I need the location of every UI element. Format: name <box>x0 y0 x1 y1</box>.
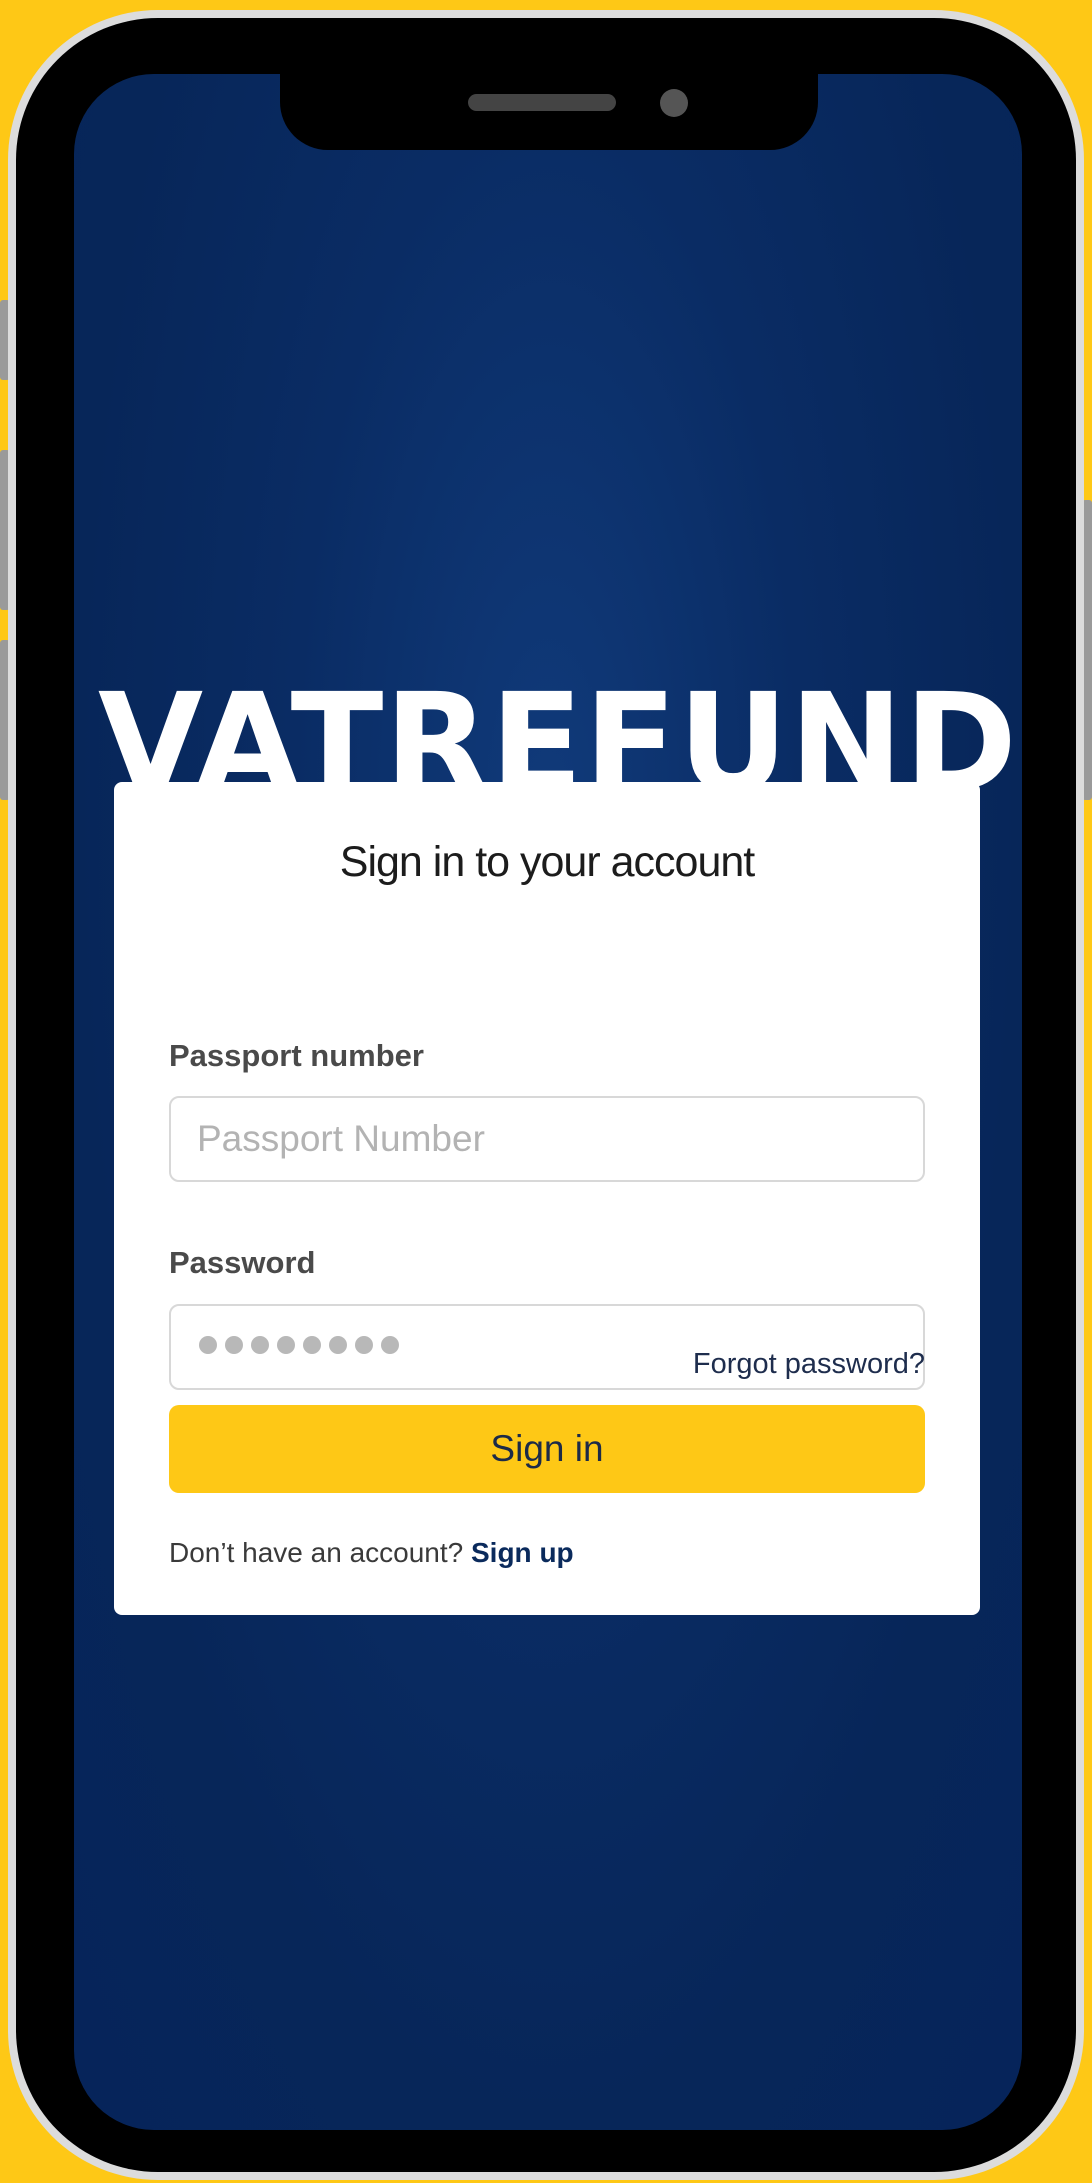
forgot-password-link[interactable]: Forgot password? <box>693 1348 925 1381</box>
phone-screen: VATREFUND Sign in to your account Passpo… <box>74 74 1022 2130</box>
password-mask-dot <box>277 1336 295 1354</box>
sign-up-link[interactable]: Sign up <box>471 1537 574 1568</box>
password-mask-dot <box>381 1336 399 1354</box>
password-mask-dot <box>303 1336 321 1354</box>
password-label: Password <box>169 1245 316 1280</box>
password-mask <box>199 1336 399 1354</box>
passport-number-label: Passport number <box>169 1038 424 1073</box>
password-mask-dot <box>251 1336 269 1354</box>
speaker-grille <box>468 94 616 111</box>
password-mask-dot <box>355 1336 373 1354</box>
sign-in-button[interactable]: Sign in <box>169 1405 925 1493</box>
login-card: Sign in to your account Passport number … <box>114 782 980 1615</box>
passport-number-input[interactable] <box>169 1096 925 1182</box>
password-mask-dot <box>199 1336 217 1354</box>
login-title: Sign in to your account <box>339 838 755 886</box>
password-mask-dot <box>329 1336 347 1354</box>
password-mask-dot <box>225 1336 243 1354</box>
signup-row: Don’t have an account? Sign up <box>169 1537 574 1569</box>
front-camera-icon <box>660 89 688 117</box>
signup-prompt: Don’t have an account? <box>169 1537 464 1568</box>
